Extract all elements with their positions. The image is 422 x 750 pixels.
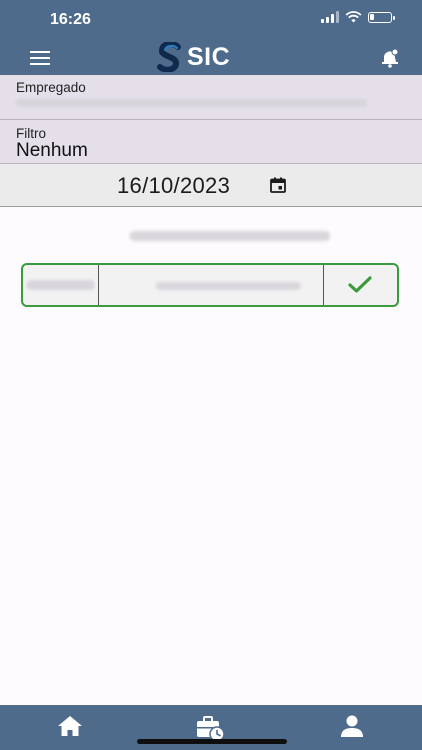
filtro-label: Filtro xyxy=(16,126,46,141)
app-header: 16:26 SIC xyxy=(0,0,422,75)
status-indicators xyxy=(321,11,395,23)
calendar-icon[interactable] xyxy=(270,177,286,193)
notification-bell-icon[interactable] xyxy=(380,48,400,68)
home-indicator xyxy=(137,739,287,744)
home-icon[interactable] xyxy=(56,714,84,738)
wifi-icon xyxy=(345,11,362,23)
empregado-label: Empregado xyxy=(16,80,86,95)
entry-divider xyxy=(98,265,99,305)
entry-divider xyxy=(323,265,324,305)
filtro-field[interactable]: Filtro Nenhum xyxy=(0,120,422,164)
entry-code-redacted xyxy=(27,280,95,290)
battery-icon xyxy=(368,11,395,23)
briefcase-clock-icon[interactable] xyxy=(195,714,227,742)
empregado-value-redacted xyxy=(16,99,368,107)
sic-logo-icon xyxy=(157,42,181,72)
app-name: SIC xyxy=(187,42,231,71)
redacted-heading xyxy=(130,231,330,241)
date-selector[interactable]: 16/10/2023 xyxy=(0,164,422,207)
app-logo: SIC xyxy=(157,42,230,72)
record-entry[interactable] xyxy=(21,263,399,307)
filtro-value: Nenhum xyxy=(16,140,88,161)
person-icon[interactable] xyxy=(338,714,366,738)
entry-description-redacted xyxy=(156,282,301,290)
checkmark-icon[interactable] xyxy=(348,276,372,294)
empregado-field[interactable]: Empregado xyxy=(0,75,422,120)
status-time: 16:26 xyxy=(50,11,91,28)
hamburger-menu-icon[interactable] xyxy=(30,51,50,65)
selected-date[interactable]: 16/10/2023 xyxy=(117,173,230,199)
cellular-signal-icon xyxy=(321,11,339,23)
